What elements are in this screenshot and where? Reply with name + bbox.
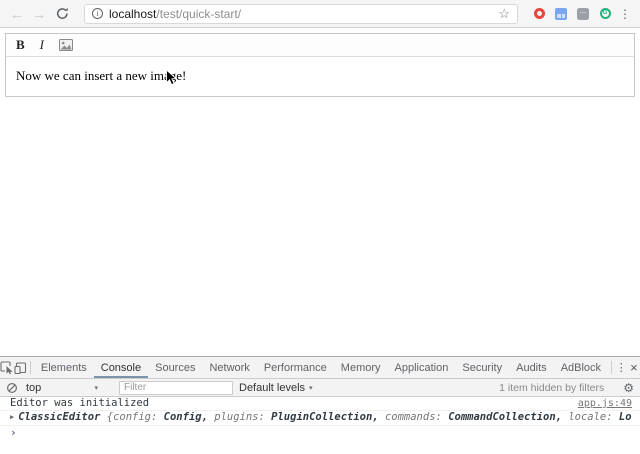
italic-button[interactable]: I [40,37,44,53]
console-messages: Editor was initialized app.js:49 ▶ Class… [0,397,640,454]
devtools-tabbar: Elements Console Sources Network Perform… [0,357,640,379]
inspect-element-button[interactable] [0,357,14,378]
browser-menu-button[interactable]: ⋮ [618,7,632,21]
extension-gray-button[interactable]: ⋯ [576,7,590,21]
tab-elements[interactable]: Elements [34,357,94,378]
bold-button[interactable]: B [16,37,25,53]
url-host: localhost [109,7,156,21]
extension-blue-button[interactable] [554,7,568,21]
object-preview: ClassicEditor {config: Config, plugins: … [18,412,632,423]
object-key: commands: [385,412,442,423]
forward-button[interactable]: → [30,1,48,27]
object-value: PluginCollection, [271,412,378,423]
blue-window-icon [555,8,567,20]
tab-memory[interactable]: Memory [334,357,388,378]
console-prompt-row[interactable]: › [0,426,640,439]
devtools-menu-button[interactable]: ⋮ [615,357,628,378]
site-info-icon[interactable]: i [92,8,103,19]
tab-sources[interactable]: Sources [148,357,202,378]
source-location-link[interactable]: app.js:49 [578,398,632,409]
green-g-icon: G [600,8,611,19]
url-path: /test/quick-start/ [156,7,241,21]
chevron-down-icon: ▾ [94,384,98,392]
editor-toolbar: B I [6,34,634,57]
devtools-close-button[interactable]: × [628,357,640,378]
tab-adblock[interactable]: AdBlock [554,357,608,378]
browser-toolbar: ← → i localhost/test/quick-start/ ☆ ⋯ G … [0,0,640,28]
rich-text-editor: B I Now we can insert a new image! [5,33,635,97]
reload-button[interactable] [52,7,72,20]
tab-network[interactable]: Network [202,357,256,378]
clear-console-icon [6,382,18,394]
object-key: plugins: [214,412,265,423]
tab-security[interactable]: Security [455,357,509,378]
red-ring-icon [534,8,545,19]
log-levels-select[interactable]: Default levels ▾ [239,382,313,394]
bookmark-star-icon[interactable]: ☆ [498,5,510,23]
mouse-cursor [165,69,177,92]
hidden-items-note: 1 item hidden by filters [499,382,604,394]
device-toolbar-button[interactable] [14,357,27,378]
object-class-name: ClassicEditor [18,412,100,423]
extension-green-button[interactable]: G [598,7,612,21]
tabbar-right-divider [611,361,612,374]
tab-console[interactable]: Console [94,357,148,378]
reload-icon [56,7,69,20]
expand-triangle-icon[interactable]: ▶ [10,412,14,423]
editor-content-area[interactable]: Now we can insert a new image! [6,57,634,96]
object-key: config: [113,412,157,423]
tabbar-divider [30,361,31,374]
device-toolbar-icon [14,362,27,374]
insert-image-button[interactable] [59,39,73,51]
console-filter-input[interactable] [119,381,233,395]
address-bar[interactable]: i localhost/test/quick-start/ ☆ [84,4,518,24]
devtools-panel: Elements Console Sources Network Perform… [0,356,640,454]
back-button[interactable]: ← [8,1,26,27]
console-log-row: Editor was initialized app.js:49 [0,397,640,411]
object-value: Locale, [619,412,632,423]
console-object-row: ▶ ClassicEditor {config: Config, plugins… [0,411,640,426]
chevron-down-icon: ▾ [309,384,313,392]
url-text: localhost/test/quick-start/ [109,7,241,21]
gray-dots-icon: ⋯ [577,8,589,20]
object-key: locale: [568,412,612,423]
console-settings-button[interactable]: ⚙ [623,381,634,395]
log-levels-value: Default levels [239,382,305,394]
object-value: CommandCollection, [448,412,562,423]
extension-red-button[interactable] [532,7,546,21]
execution-context-select[interactable]: top ▾ [24,382,100,394]
console-prompt-chevron: › [10,427,17,438]
tab-application[interactable]: Application [388,357,456,378]
image-icon [59,39,73,51]
tab-performance[interactable]: Performance [257,357,334,378]
page-content: B I Now we can insert a new image! [0,28,640,356]
console-log-text: Editor was initialized [10,398,149,409]
execution-context-value: top [26,382,41,394]
clear-console-button[interactable] [6,382,18,394]
tab-audits[interactable]: Audits [509,357,554,378]
console-toolbar: top ▾ Default levels ▾ 1 item hidden by … [0,379,640,397]
inspect-cursor-icon [0,361,14,374]
object-value: Config, [164,412,208,423]
